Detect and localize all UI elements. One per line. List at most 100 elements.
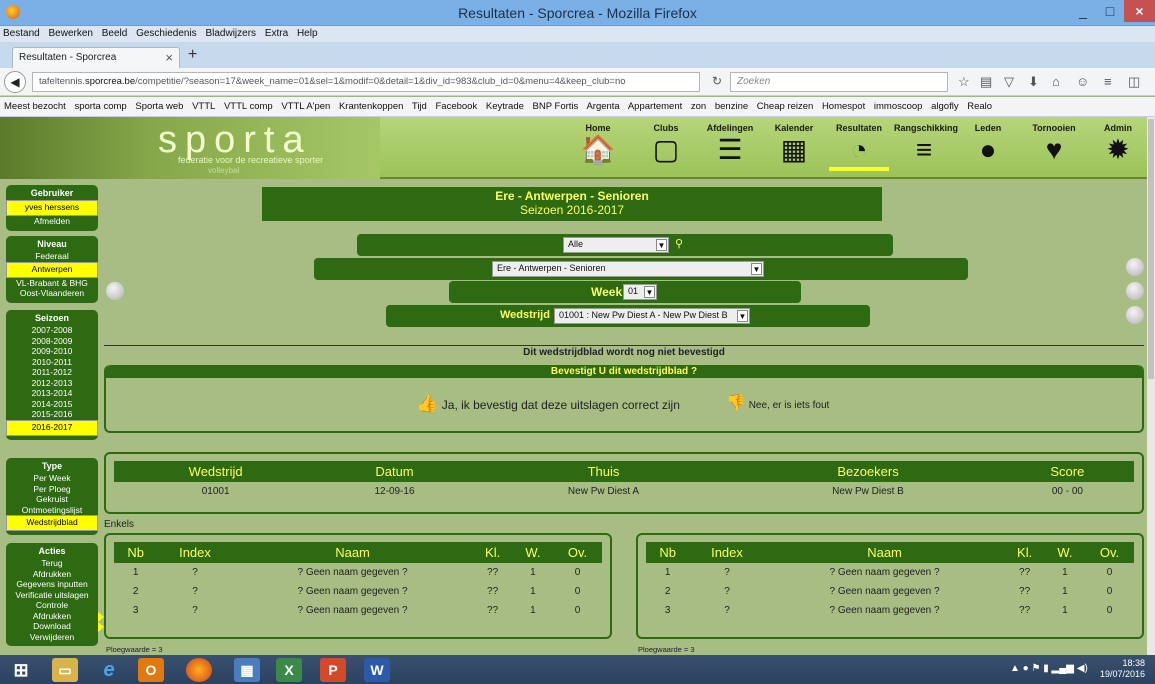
sidebar-item-verwijderen[interactable]: Verwijderen bbox=[6, 632, 98, 643]
nav-afdelingen[interactable]: Afdelingen ☰ bbox=[700, 123, 760, 167]
sidebar-item-gekruist[interactable]: Gekruist bbox=[6, 494, 98, 505]
file-explorer-icon[interactable]: ▭ bbox=[52, 658, 78, 682]
bookmark-item[interactable]: Facebook bbox=[436, 101, 478, 112]
sidebar-item-vl-brabant[interactable]: VL-Brabant & BHG bbox=[6, 278, 98, 289]
nav-admin[interactable]: Admin ✹ bbox=[1088, 123, 1148, 167]
sidebar-item-season[interactable]: 2014-2015 bbox=[6, 399, 98, 410]
menu-bladwijzers[interactable]: Bladwijzers bbox=[202, 26, 259, 39]
search-icon[interactable]: ⚲ bbox=[675, 237, 683, 250]
sidebar-item-oost-vlaanderen[interactable]: Oost-Vlaanderen bbox=[6, 288, 98, 299]
menu-extra[interactable]: Extra bbox=[262, 26, 291, 39]
sidebar-item-season[interactable]: 2010-2011 bbox=[6, 357, 98, 368]
nav-clubs[interactable]: Clubs ▢ bbox=[636, 123, 696, 167]
bookmark-item[interactable]: zon bbox=[691, 101, 706, 112]
word-icon[interactable]: W bbox=[364, 658, 390, 682]
sidebar-item-per-week[interactable]: Per Week bbox=[6, 473, 98, 484]
minimize-button[interactable]: _ bbox=[1070, 0, 1096, 22]
firefox-taskbar-icon[interactable] bbox=[186, 658, 212, 682]
bookmark-item[interactable]: immoscoop bbox=[874, 101, 923, 112]
match-select[interactable]: 01001 : New Pw Diest A - New Pw Diest B ▼ bbox=[554, 308, 750, 324]
internet-explorer-icon[interactable]: e bbox=[96, 658, 122, 682]
sidebar-item-season[interactable]: 2015-2016 bbox=[6, 409, 98, 420]
bookmark-item[interactable]: algofly bbox=[931, 101, 958, 112]
sidebar-item-afdrukken-2[interactable]: Afdrukken bbox=[6, 611, 104, 622]
menu-bestand[interactable]: Bestand bbox=[0, 26, 43, 39]
bookmark-item[interactable]: VTTL A'pen bbox=[281, 101, 330, 112]
sidebar-item-antwerpen[interactable]: Antwerpen bbox=[6, 261, 98, 278]
next-match-arrow-icon[interactable] bbox=[1126, 306, 1144, 324]
confirm-no[interactable]: 👎 Nee, er is iets fout bbox=[726, 393, 829, 413]
bookmark-item[interactable]: Cheap reizen bbox=[757, 101, 814, 112]
sidebar-item-season[interactable]: 2008-2009 bbox=[6, 336, 98, 347]
nav-resultaten[interactable]: Resultaten ◔ bbox=[829, 123, 889, 171]
outlook-icon[interactable]: O bbox=[138, 658, 164, 682]
bookmark-item[interactable]: Keytrade bbox=[486, 101, 524, 112]
download-icon[interactable]: ⬇ bbox=[1028, 74, 1039, 90]
powerpoint-icon[interactable]: P bbox=[320, 658, 346, 682]
menu-geschiedenis[interactable]: Geschiedenis bbox=[133, 26, 200, 39]
nav-leden[interactable]: Leden ● bbox=[958, 123, 1018, 167]
sidebar-item-season[interactable]: 2007-2008 bbox=[6, 325, 98, 336]
nav-home[interactable]: Home 🏠 bbox=[568, 123, 628, 167]
nav-rangschikking[interactable]: Rangschikking ≡ bbox=[894, 123, 958, 167]
tab-resultaten[interactable]: Resultaten - Sporcrea × bbox=[12, 47, 180, 68]
tab-close-icon[interactable]: × bbox=[165, 50, 173, 65]
bookmark-item[interactable]: BNP Fortis bbox=[533, 101, 579, 112]
sidebar-item-afdrukken[interactable]: Afdrukken bbox=[6, 569, 98, 580]
search-input[interactable]: Zoeken bbox=[730, 72, 948, 92]
next-division-arrow-icon[interactable] bbox=[1126, 258, 1144, 276]
sidebar-item-season[interactable]: 2013-2014 bbox=[6, 388, 98, 399]
home-nav-icon[interactable]: ⌂ bbox=[1052, 74, 1060, 89]
bookmark-item[interactable]: Krantenkoppen bbox=[339, 101, 403, 112]
sidebar-item-afmelden[interactable]: Afmelden bbox=[6, 216, 98, 227]
nav-tornooien[interactable]: Tornooien ♥ bbox=[1024, 123, 1084, 167]
screenshot-icon[interactable]: ◫ bbox=[1128, 74, 1140, 90]
addon-icon[interactable]: ☺ bbox=[1076, 74, 1089, 89]
bookmark-item[interactable]: VTTL bbox=[192, 101, 215, 112]
sidebar-item-season[interactable]: 2011-2012 bbox=[6, 367, 98, 378]
hamburger-menu-icon[interactable]: ≡ bbox=[1104, 74, 1112, 89]
menu-bewerken[interactable]: Bewerken bbox=[45, 26, 95, 39]
division-select[interactable]: Ere - Antwerpen - Senioren ▼ bbox=[492, 261, 764, 277]
clock[interactable]: 18:38 19/07/2016 bbox=[1100, 658, 1145, 680]
excel-icon[interactable]: X bbox=[276, 658, 302, 682]
sidebar-item-wedstrijdblad[interactable]: Wedstrijdblad bbox=[6, 515, 98, 531]
week-select[interactable]: 01 ▼ bbox=[623, 284, 657, 300]
bookmark-item[interactable]: Sporta web bbox=[135, 101, 183, 112]
page-scrollbar[interactable] bbox=[1147, 117, 1155, 655]
sidebar-item-controle[interactable]: Controle bbox=[6, 600, 98, 611]
logo-banner[interactable]: sporta federatie voor de recreatieve spo… bbox=[0, 117, 380, 179]
pocket-icon[interactable]: ▽ bbox=[1004, 74, 1014, 90]
sidebar-item-per-ploeg[interactable]: Per Ploeg bbox=[6, 484, 98, 495]
bookmark-item[interactable]: Meest bezocht bbox=[4, 101, 66, 112]
back-button[interactable]: ◀ bbox=[4, 71, 26, 93]
sidebar-item-download[interactable]: Download bbox=[6, 621, 104, 632]
sidebar-item-season[interactable]: 2012-2013 bbox=[6, 378, 98, 389]
nav-kalender[interactable]: Kalender ▦ bbox=[764, 123, 824, 167]
sidebar-item-terug[interactable]: Terug bbox=[6, 558, 98, 569]
sidebar-item-gegevens-inputten[interactable]: Gegevens inputten bbox=[6, 579, 98, 590]
bookmark-item[interactable]: benzine bbox=[715, 101, 748, 112]
sidebar-item-user[interactable]: yves herssens bbox=[6, 200, 98, 216]
scrollbar-thumb[interactable] bbox=[1148, 119, 1154, 379]
close-button[interactable]: × bbox=[1124, 0, 1155, 22]
reload-icon[interactable]: ↻ bbox=[712, 74, 722, 88]
sidebar-item-season-selected[interactable]: 2016-2017 bbox=[6, 419, 98, 436]
menu-beeld[interactable]: Beeld bbox=[99, 26, 131, 39]
bookmark-item[interactable]: Appartement bbox=[628, 101, 682, 112]
filter-select[interactable]: Alle ▼ bbox=[563, 237, 669, 253]
sidebar-item-ontmoetingslijst[interactable]: Ontmoetingslijst bbox=[6, 505, 98, 516]
sidebar-item-season[interactable]: 2009-2010 bbox=[6, 346, 98, 357]
prev-week-arrow-icon[interactable] bbox=[106, 282, 124, 300]
bookmark-star-icon[interactable]: ☆ bbox=[958, 74, 970, 90]
tray-icons[interactable]: ▲ ● ⚑ ▮ ▂▄▆ ◀) bbox=[1010, 663, 1088, 674]
bookmark-item[interactable]: Homespot bbox=[822, 101, 865, 112]
bookmark-item[interactable]: Tijd bbox=[412, 101, 427, 112]
sidebar-item-federaal[interactable]: Federaal bbox=[6, 251, 98, 262]
bookmark-item[interactable]: VTTL comp bbox=[224, 101, 273, 112]
reading-list-icon[interactable]: ▤ bbox=[980, 74, 992, 90]
bookmark-item[interactable]: sporta comp bbox=[74, 101, 126, 112]
bookmark-item[interactable]: Realo bbox=[967, 101, 992, 112]
menu-help[interactable]: Help bbox=[294, 26, 321, 39]
confirm-yes[interactable]: 👍 Ja, ik bevestig dat deze uitslagen cor… bbox=[416, 393, 680, 414]
